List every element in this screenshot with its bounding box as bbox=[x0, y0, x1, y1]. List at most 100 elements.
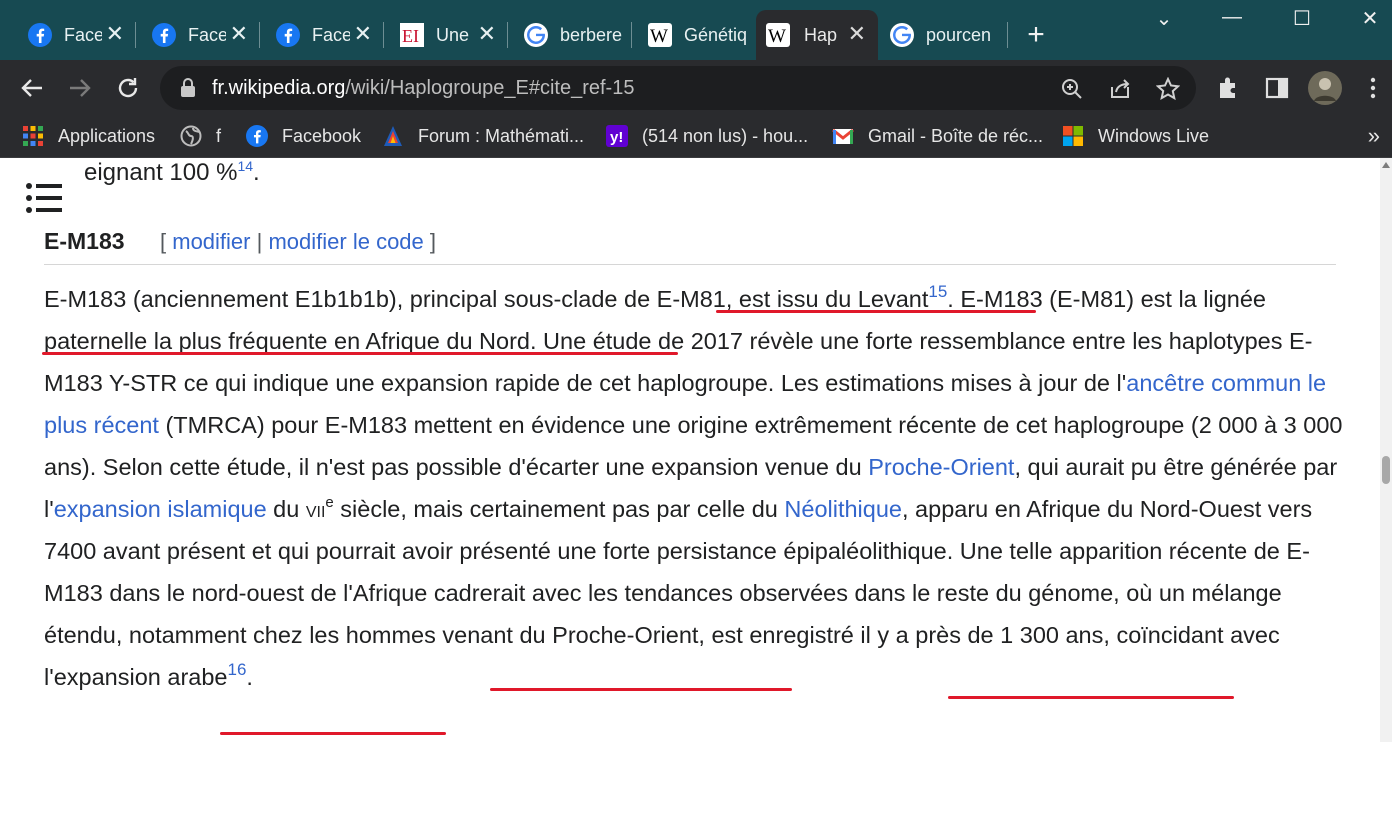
para-text: . bbox=[246, 664, 253, 690]
svg-text:W: W bbox=[650, 26, 668, 47]
article-paragraph: E-M183 (anciennement E1b1b1b), principal… bbox=[44, 278, 1344, 698]
maximize-button[interactable]: ☐ bbox=[1282, 6, 1322, 34]
tab-label: Facebook bbox=[312, 24, 350, 45]
bookmarks-overflow-chevron-icon[interactable]: » bbox=[1368, 123, 1380, 149]
extensions-puzzle-icon[interactable] bbox=[1216, 75, 1242, 101]
bookmark-gmail[interactable]: Gmail - Boîte de réc... bbox=[832, 115, 1043, 157]
section-heading: E-M183 [ modifier | modifier le code ] bbox=[44, 226, 1336, 265]
apps-grid-icon bbox=[23, 126, 43, 146]
tab-facebook-3[interactable]: Facebook ✕ bbox=[248, 10, 384, 60]
tab-pourcentage[interactable]: pourcentage bbox=[878, 10, 1008, 60]
browser-toolbar: fr.wikipedia.org/wiki/Haplogroupe_E#cite… bbox=[0, 60, 1392, 115]
century-superscript: e bbox=[325, 494, 334, 511]
reference-link-16[interactable]: 16 bbox=[227, 660, 246, 679]
red-underline-mark bbox=[42, 352, 678, 355]
bookmark-label: Forum : Mathémati... bbox=[418, 125, 585, 146]
tab-label: Génétique bbox=[684, 24, 748, 45]
scrollbar-thumb[interactable] bbox=[1382, 456, 1390, 484]
edit-source-link[interactable]: modifier le code bbox=[268, 229, 423, 254]
gmail-icon bbox=[832, 128, 854, 144]
bookmark-label: Gmail - Boîte de réc... bbox=[868, 125, 1044, 146]
ei-icon: EI bbox=[400, 23, 424, 47]
lock-icon[interactable] bbox=[180, 78, 196, 98]
red-underline-mark bbox=[490, 688, 792, 691]
bookmark-star-icon[interactable] bbox=[1156, 77, 1180, 101]
url-host: fr.wikipedia.org bbox=[212, 77, 346, 99]
bookmark-label: Windows Live bbox=[1098, 125, 1210, 146]
edit-section-links: [ modifier | modifier le code ] bbox=[160, 229, 436, 255]
tab-une[interactable]: EI Une ✕ bbox=[372, 10, 508, 60]
google-icon bbox=[524, 23, 548, 47]
tab-label: Facebook bbox=[64, 24, 102, 45]
tab-label: Une bbox=[436, 24, 470, 45]
facebook-icon bbox=[276, 23, 300, 47]
more-menu-icon[interactable] bbox=[1360, 75, 1386, 101]
close-tab-icon[interactable]: ✕ bbox=[230, 22, 248, 46]
tab-genetique[interactable]: W Génétique bbox=[620, 10, 756, 60]
minimize-button[interactable]: — bbox=[1212, 6, 1252, 34]
forward-arrow-icon[interactable] bbox=[66, 74, 94, 102]
bookmark-label: Facebook bbox=[282, 125, 362, 146]
tab-berbere[interactable]: berbere bbox=[496, 10, 632, 60]
para-text: siècle, mais certainement pas par celle … bbox=[333, 496, 785, 522]
bookmark-forum[interactable]: Forum : Mathémati... bbox=[382, 115, 584, 157]
reference-link[interactable]: 14 bbox=[237, 158, 253, 174]
scroll-up-arrow-icon[interactable] bbox=[1382, 162, 1390, 168]
bookmarks-bar: Applications f Facebook Forum : Mathémat… bbox=[0, 115, 1392, 158]
close-window-button[interactable]: ✕ bbox=[1350, 6, 1390, 34]
fragment-text: eignant 100 % bbox=[84, 159, 238, 186]
tab-divider bbox=[1007, 22, 1008, 48]
link-expansion-islamique[interactable]: expansion islamique bbox=[54, 496, 267, 522]
bookmark-yahoo-mail[interactable]: y! (514 non lus) - hou... bbox=[606, 115, 808, 157]
close-tab-icon[interactable]: ✕ bbox=[848, 22, 866, 46]
edit-separator: | bbox=[256, 229, 263, 254]
tab-search-chevron-icon[interactable]: ⌄ bbox=[1144, 6, 1184, 34]
url-text[interactable]: fr.wikipedia.org/wiki/Haplogroupe_E#cite… bbox=[212, 77, 634, 100]
reference-link-15[interactable]: 15 bbox=[928, 282, 947, 301]
bracket-open: [ bbox=[160, 229, 167, 254]
bookmark-applications[interactable]: Applications bbox=[22, 115, 155, 157]
link-proche-orient[interactable]: Proche-Orient bbox=[868, 454, 1014, 480]
bookmark-f[interactable]: f bbox=[180, 115, 221, 157]
bookmark-facebook[interactable]: Facebook bbox=[246, 115, 361, 157]
section-title: E-M183 bbox=[44, 228, 125, 254]
svg-text:W: W bbox=[768, 26, 786, 47]
tab-facebook-1[interactable]: Facebook ✕ bbox=[0, 10, 136, 60]
svg-text:EI: EI bbox=[402, 26, 419, 46]
close-tab-icon[interactable]: ✕ bbox=[478, 22, 496, 46]
tab-label: Hap bbox=[804, 24, 838, 45]
table-of-contents-icon[interactable] bbox=[26, 182, 62, 214]
back-arrow-icon[interactable] bbox=[18, 74, 46, 102]
tab-label: berbere bbox=[560, 24, 623, 45]
tab-label: pourcentage bbox=[926, 24, 990, 45]
bookmark-label: f bbox=[216, 125, 222, 146]
wikipedia-page: eignant 100 %14. E-M183 [ modifier | mod… bbox=[0, 158, 1392, 824]
link-neolithique[interactable]: Néolithique bbox=[784, 496, 902, 522]
red-underline-mark bbox=[948, 696, 1234, 699]
bracket-close: ] bbox=[429, 229, 437, 254]
page-scrollbar[interactable] bbox=[1380, 158, 1392, 742]
bookmark-label: Applications bbox=[58, 125, 156, 146]
reload-icon[interactable] bbox=[114, 74, 142, 102]
tab-haplogroupe-active[interactable]: W Hap ✕ bbox=[756, 10, 878, 60]
new-tab-button[interactable]: + bbox=[1021, 20, 1051, 50]
share-icon[interactable] bbox=[1108, 77, 1132, 101]
red-underline-mark bbox=[716, 310, 1036, 313]
url-path: /wiki/Haplogroupe_E#cite_ref-15 bbox=[345, 77, 635, 99]
red-underline-mark bbox=[220, 732, 446, 735]
yahoo-icon: y! bbox=[606, 125, 628, 147]
para-text: E-M183 (anciennement E1b1b1b), principal… bbox=[44, 286, 929, 312]
close-tab-icon[interactable]: ✕ bbox=[106, 22, 124, 46]
globe-icon bbox=[180, 125, 202, 147]
address-bar[interactable]: fr.wikipedia.org/wiki/Haplogroupe_E#cite… bbox=[160, 66, 1196, 110]
previous-paragraph-fragment: eignant 100 %14. bbox=[84, 158, 260, 187]
svg-text:y!: y! bbox=[610, 129, 623, 146]
tab-facebook-2[interactable]: Facebook ✕ bbox=[124, 10, 260, 60]
profile-avatar[interactable] bbox=[1308, 71, 1342, 105]
side-panel-icon[interactable] bbox=[1264, 75, 1290, 101]
close-tab-icon[interactable]: ✕ bbox=[354, 22, 372, 46]
bookmark-windows-live[interactable]: Windows Live bbox=[1062, 115, 1209, 157]
facebook-icon bbox=[152, 23, 176, 47]
edit-link[interactable]: modifier bbox=[172, 229, 250, 254]
zoom-icon[interactable] bbox=[1060, 77, 1084, 101]
